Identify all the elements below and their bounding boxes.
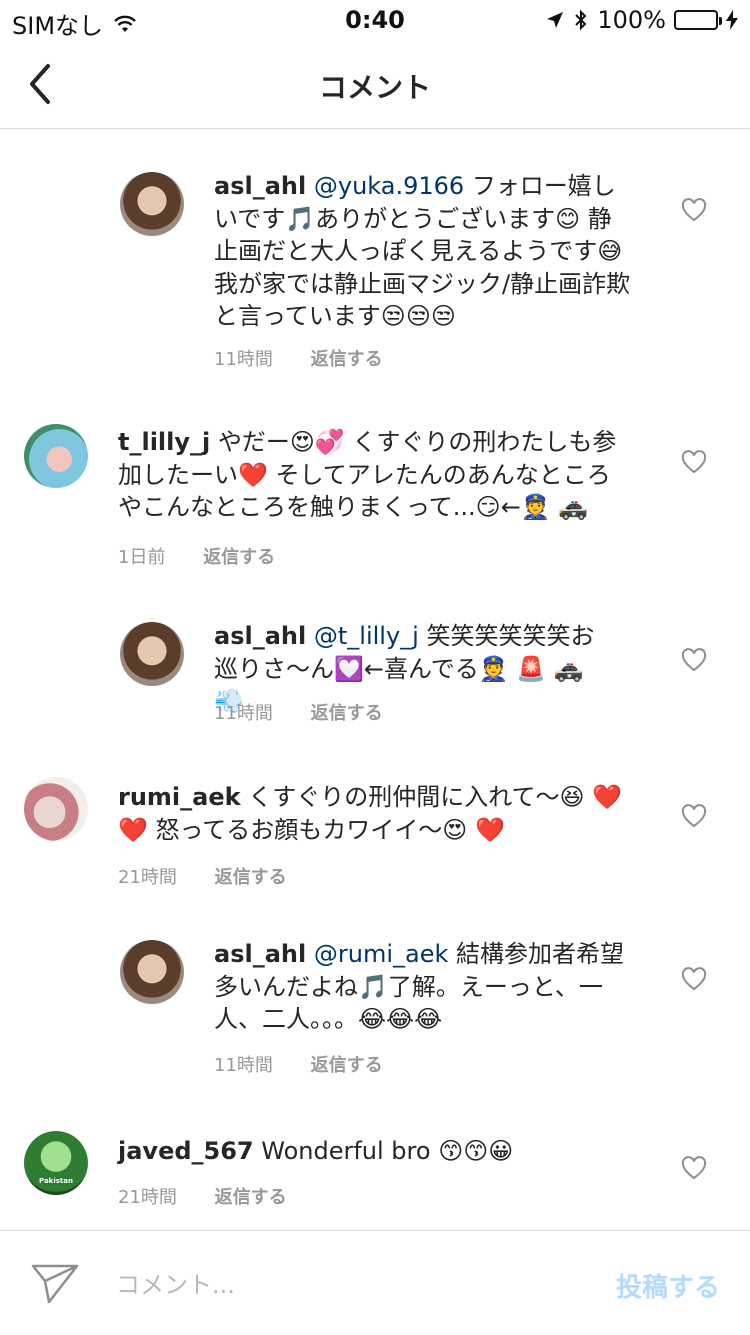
comment-username[interactable]: rumi_aek [118, 783, 241, 811]
bluetooth-icon [575, 9, 587, 31]
like-heart-icon[interactable] [681, 804, 707, 828]
comment-meta: 11時間 返信する [214, 699, 383, 725]
comment-username[interactable]: asl_ahl [214, 940, 306, 968]
nav-bar: コメント [0, 40, 750, 129]
comment-meta: 11時間 返信する [214, 345, 383, 371]
like-heart-icon[interactable] [681, 1156, 707, 1180]
reply-button[interactable]: 返信する [311, 1055, 383, 1076]
comment-time: 1日前 [118, 547, 166, 568]
reply-button[interactable]: 返信する [215, 1187, 287, 1208]
comment-meta: 11時間 返信する [214, 1051, 383, 1077]
comment-body: asl_ahl @rumi_aek 結構参加者希望多いんだよね🎵了解。えーっと、… [214, 938, 634, 1036]
comment-text: Wonderful bro 😙😙😀 [261, 1137, 514, 1165]
like-heart-icon[interactable] [681, 450, 707, 474]
comment-mention[interactable]: @t_lilly_j [314, 622, 419, 650]
avatar[interactable] [24, 424, 88, 488]
comment-item: asl_ahl @rumi_aek 結構参加者希望多いんだよね🎵了解。えーっと、… [0, 924, 750, 1104]
comment-item: asl_ahl @t_lilly_j 笑笑笑笑笑笑お巡りさ〜ん💟←喜んでる👮 🚨… [0, 589, 750, 749]
comment-input[interactable] [116, 1265, 586, 1305]
comment-meta: 21時間 返信する [118, 863, 287, 889]
comment-body: asl_ahl @yuka.9166 フォロー嬉しいです🎵ありがとうございます😊… [214, 170, 634, 333]
avatar[interactable] [120, 172, 184, 236]
like-heart-icon[interactable] [681, 648, 707, 672]
send-paper-plane-icon[interactable] [30, 1261, 80, 1307]
comment-time: 11時間 [214, 703, 273, 724]
comment-username[interactable]: asl_ahl [214, 172, 306, 200]
reply-button[interactable]: 返信する [311, 703, 383, 724]
comment-meta: 1日前 返信する [118, 543, 275, 569]
comment-item: Pakistan javed_567 Wonderful bro 😙😙😀 21時… [0, 1104, 750, 1229]
comment-body: rumi_aek くすぐりの刑仲間に入れて〜😆 ❤️ ❤️ 怒ってるお顔もカワイ… [118, 781, 634, 846]
comment-time: 21時間 [118, 867, 177, 888]
charging-bolt-icon [726, 10, 738, 30]
like-heart-icon[interactable] [681, 198, 707, 222]
status-right: 100% [545, 6, 738, 34]
comment-body: t_lilly_j やだー😍💞 くすぐりの刑わたしも参加したーい❤️ そしてアレ… [118, 426, 634, 524]
comment-list[interactable]: asl_ahl @yuka.9166 フォロー嬉しいです🎵ありがとうございます😊… [0, 129, 750, 1229]
reply-button[interactable]: 返信する [215, 867, 287, 888]
avatar[interactable] [120, 940, 184, 1004]
comment-time: 11時間 [214, 349, 273, 370]
battery-icon [674, 10, 722, 30]
battery-percent: 100% [597, 6, 666, 34]
comment-username[interactable]: asl_ahl [214, 622, 306, 650]
page-title: コメント [318, 71, 431, 104]
comment-time: 21時間 [118, 1187, 177, 1208]
reply-button[interactable]: 返信する [311, 349, 383, 370]
post-button[interactable]: 投稿する [616, 1267, 720, 1304]
comment-mention[interactable]: @rumi_aek [314, 940, 449, 968]
comment-body: javed_567 Wonderful bro 😙😙😀 [118, 1135, 634, 1168]
comment-username[interactable]: javed_567 [118, 1137, 254, 1165]
comment-item: t_lilly_j やだー😍💞 くすぐりの刑わたしも参加したーい❤️ そしてアレ… [0, 389, 750, 589]
comment-item: rumi_aek くすぐりの刑仲間に入れて〜😆 ❤️ ❤️ 怒ってるお顔もカワイ… [0, 749, 750, 924]
location-arrow-icon [547, 12, 564, 28]
reply-button[interactable]: 返信する [203, 547, 275, 568]
avatar[interactable]: Pakistan [24, 1131, 88, 1195]
avatar[interactable] [24, 777, 88, 841]
comment-username[interactable]: t_lilly_j [118, 428, 210, 456]
avatar[interactable] [120, 622, 184, 686]
comment-time: 11時間 [214, 1055, 273, 1076]
avatar-caption: Pakistan [39, 1177, 73, 1185]
comment-composer: 投稿する [0, 1230, 750, 1335]
comment-meta: 21時間 返信する [118, 1183, 287, 1209]
comment-mention[interactable]: @yuka.9166 [314, 172, 464, 200]
status-bar: SIMなし 0:40 100% [0, 0, 750, 40]
comment-item: asl_ahl @yuka.9166 フォロー嬉しいです🎵ありがとうございます😊… [0, 129, 750, 389]
like-heart-icon[interactable] [681, 967, 707, 991]
